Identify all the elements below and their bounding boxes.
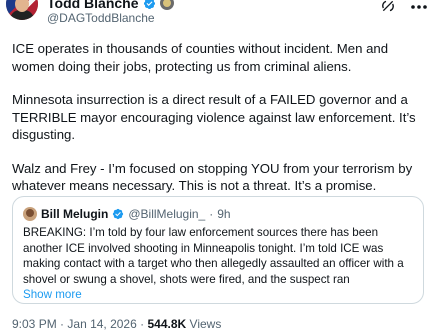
show-more-link[interactable]: Show more bbox=[23, 287, 415, 303]
grok-icon[interactable] bbox=[380, 0, 396, 14]
author-handle[interactable]: @DAGToddBlanche bbox=[47, 11, 155, 25]
views-count: 544.8K bbox=[147, 317, 187, 331]
tweet-meta: 9:03 PM · Jan 14, 2026 · 544.8K Views bbox=[12, 317, 221, 331]
tweet-paragraph: Walz and Frey - I’m focused on stopping … bbox=[12, 160, 413, 194]
tweet-header: Todd Blanche @DAGToddBlanche bbox=[0, 0, 437, 30]
separator-dot: · bbox=[209, 207, 214, 221]
tweet-paragraph: Minnesota insurrection is a direct resul… bbox=[12, 92, 416, 142]
quoted-tweet-text: BREAKING: I’m told by four law enforceme… bbox=[23, 225, 415, 303]
verified-badge-icon bbox=[113, 208, 124, 220]
author-avatar[interactable] bbox=[6, 0, 38, 20]
quoted-timestamp[interactable]: 9h bbox=[217, 207, 230, 221]
quoted-author-handle[interactable]: @BillMelugin_ bbox=[128, 207, 205, 221]
tweet-paragraph: ICE operates in thousands of counties wi… bbox=[12, 41, 389, 74]
government-seal-icon bbox=[159, 0, 174, 10]
tweet-date[interactable]: Jan 14, 2026 bbox=[67, 317, 136, 331]
tweet-time[interactable]: 9:03 PM bbox=[12, 317, 57, 331]
author-name[interactable]: Todd Blanche bbox=[47, 0, 139, 11]
separator-dot: · bbox=[140, 317, 145, 331]
quoted-author-name[interactable]: Bill Melugin bbox=[41, 207, 108, 221]
author-name-row: Todd Blanche bbox=[47, 0, 174, 11]
tweet-text: ICE operates in thousands of counties wi… bbox=[12, 40, 432, 211]
quoted-body: BREAKING: I’m told by four law enforceme… bbox=[23, 226, 404, 286]
verified-badge-icon bbox=[143, 0, 155, 9]
separator-dot: · bbox=[60, 317, 65, 331]
quoted-tweet-card[interactable]: Bill Melugin @BillMelugin_ · 9h BREAKING… bbox=[12, 196, 424, 304]
quoted-tweet-header: Bill Melugin @BillMelugin_ · 9h bbox=[23, 207, 231, 221]
quoted-author-avatar[interactable] bbox=[23, 207, 37, 221]
more-options-icon[interactable] bbox=[410, 4, 428, 10]
views-label: Views bbox=[189, 317, 222, 331]
